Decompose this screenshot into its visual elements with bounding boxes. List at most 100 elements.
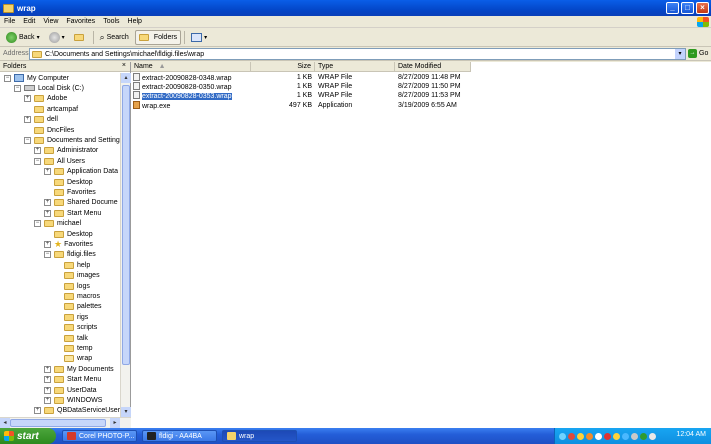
tree-node[interactable]: − Local Disk (C:) [14, 83, 84, 93]
tree-node[interactable]: help [54, 260, 90, 270]
expand-icon[interactable]: + [44, 240, 51, 248]
tree-node[interactable]: + My Documents [44, 364, 114, 374]
taskbar-item-wrap[interactable]: wrap [222, 430, 297, 442]
column-header-name[interactable]: Name ▲ [131, 62, 251, 72]
expand-icon[interactable]: + [34, 147, 41, 155]
tree-node[interactable]: Desktop [44, 229, 93, 239]
expand-icon[interactable]: + [24, 116, 31, 124]
back-button[interactable]: Back ▾ [3, 30, 43, 45]
scroll-thumb[interactable] [10, 419, 106, 427]
tree-node[interactable]: + Shared Docume [44, 198, 118, 208]
folders-button[interactable]: Folders [134, 29, 182, 45]
scroll-thumb[interactable] [122, 85, 130, 365]
tray-icon[interactable] [577, 432, 584, 440]
collapse-icon[interactable]: − [44, 251, 51, 259]
tree-node[interactable]: + QBDataServiceUser: [34, 406, 120, 416]
file-row[interactable]: extract-20090828-0353.wrap 1 KB WRAP File 8… [131, 91, 711, 101]
scroll-right-icon[interactable]: ▸ [110, 418, 120, 428]
expand-icon[interactable]: + [44, 396, 51, 404]
maximize-button[interactable]: □ [681, 2, 694, 14]
tree-node[interactable]: images [54, 271, 100, 281]
signal-icon[interactable] [649, 432, 656, 440]
tree-node[interactable]: rigs [54, 312, 88, 322]
tree-node[interactable]: artcampaf [24, 104, 78, 114]
tree-node[interactable]: + UserData [44, 385, 97, 395]
tray-icon[interactable] [640, 432, 647, 440]
tree-node[interactable]: + ★ Favorites [44, 239, 93, 249]
menu-tools[interactable]: Tools [99, 18, 123, 25]
tray-icon[interactable] [568, 432, 575, 440]
file-row[interactable]: extract-20090828-0350.wrap 1 KB WRAP File 8… [131, 82, 711, 91]
tree-node[interactable]: DncFiles [24, 125, 74, 135]
tray-icon[interactable] [559, 432, 566, 440]
minimize-button[interactable]: _ [666, 2, 679, 14]
tree-node[interactable]: − michael [34, 219, 81, 229]
file-row[interactable]: extract-20090828-0348.wrap 1 KB WRAP File 8… [131, 73, 711, 82]
menu-view[interactable]: View [39, 18, 62, 25]
collapse-icon[interactable]: − [34, 220, 41, 228]
close-icon[interactable]: × [122, 62, 126, 69]
up-folder-button[interactable] [71, 30, 90, 45]
tree-node[interactable]: − Documents and Setting [24, 135, 120, 145]
expand-icon[interactable]: + [44, 386, 51, 394]
tray-icon[interactable] [586, 432, 593, 440]
forward-button[interactable]: ▾ [46, 30, 68, 45]
views-button[interactable]: ▾ [188, 30, 210, 45]
tray-icon[interactable] [613, 432, 620, 440]
menu-edit[interactable]: Edit [19, 18, 39, 25]
tree-node[interactable]: talk [54, 333, 88, 343]
tree-node[interactable]: + dell [24, 115, 58, 125]
start-button[interactable]: start [0, 428, 56, 444]
column-header-size[interactable]: Size [251, 62, 315, 72]
tree-node[interactable]: logs [54, 281, 90, 291]
vertical-scrollbar[interactable]: ▴ ▾ [120, 73, 131, 417]
tree-node[interactable]: + Start Menu [44, 375, 101, 385]
tray-icon[interactable] [631, 432, 638, 440]
collapse-icon[interactable]: − [14, 84, 21, 92]
tree-node[interactable]: − fldigi.files [44, 250, 96, 260]
column-header-type[interactable]: Type [315, 62, 395, 72]
menu-help[interactable]: Help [124, 18, 146, 25]
go-button[interactable]: → Go [688, 49, 708, 58]
tree-node[interactable]: wrap [54, 354, 92, 364]
chevron-down-icon[interactable]: ▾ [37, 34, 40, 41]
collapse-icon[interactable]: − [24, 136, 31, 144]
taskbar-item-corel[interactable]: Corel PHOTO-P... [62, 430, 137, 442]
tree-node[interactable]: − My Computer [4, 73, 69, 83]
tree-node[interactable]: + Administrator [34, 146, 98, 156]
expand-icon[interactable]: + [44, 168, 51, 176]
address-field[interactable]: C:\Documents and Settings\michael\fldigi… [29, 48, 686, 60]
chevron-down-icon[interactable]: ▾ [675, 49, 685, 59]
tree-node[interactable]: + Application Data [44, 167, 118, 177]
tree-node[interactable]: scripts [54, 323, 97, 333]
scroll-down-icon[interactable]: ▾ [121, 407, 131, 417]
expand-icon[interactable]: + [44, 376, 51, 384]
expand-icon[interactable]: + [44, 199, 51, 207]
menu-file[interactable]: File [0, 18, 19, 25]
taskbar-item-fldigi[interactable]: fldigi - AA4BA [142, 430, 217, 442]
tree-node[interactable]: macros [54, 291, 100, 301]
tray-icon[interactable] [604, 432, 611, 440]
search-button[interactable]: ⌕ Search [97, 30, 132, 45]
collapse-icon[interactable]: − [4, 74, 11, 82]
tree-node[interactable]: − All Users [34, 156, 85, 166]
tree-node[interactable]: Favorites [44, 187, 96, 197]
tree-node[interactable]: + WINDOWS [44, 395, 102, 405]
tray-icon[interactable] [595, 432, 602, 440]
tree-node[interactable]: + Start Menu [44, 208, 101, 218]
expand-icon[interactable]: + [34, 407, 41, 415]
close-button[interactable]: × [696, 2, 709, 14]
menu-favorites[interactable]: Favorites [62, 18, 99, 25]
expand-icon[interactable]: + [44, 365, 51, 373]
column-header-date[interactable]: Date Modified [395, 62, 471, 72]
tray-icon[interactable] [622, 432, 629, 440]
tree-node[interactable]: Desktop [44, 177, 93, 187]
file-row[interactable]: wrap.exe 497 KB Application 3/19/2009 6:55 … [131, 100, 711, 110]
tree-node[interactable]: temp [54, 343, 93, 353]
chevron-down-icon[interactable]: ▾ [62, 34, 65, 41]
expand-icon[interactable]: + [44, 209, 51, 217]
tree-node[interactable]: palettes [54, 302, 102, 312]
expand-icon[interactable]: + [24, 95, 31, 103]
tree-node[interactable]: + Adobe [24, 94, 67, 104]
scroll-up-icon[interactable]: ▴ [121, 73, 131, 83]
